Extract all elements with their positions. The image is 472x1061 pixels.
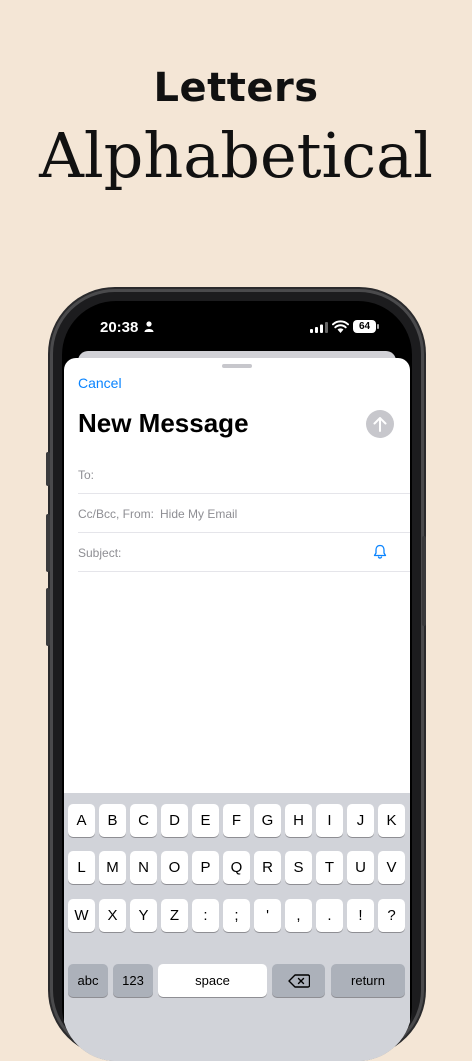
key[interactable]: , (285, 899, 312, 932)
status-bar: 20:38 64 (62, 301, 412, 353)
cancel-button[interactable]: Cancel (78, 375, 122, 391)
key[interactable]: K (378, 804, 405, 837)
promo-headline: Letters (153, 65, 319, 111)
key[interactable]: R (254, 851, 281, 884)
status-time: 20:38 (100, 319, 139, 336)
ccbcc-label: Cc/Bcc, From: (78, 507, 155, 521)
to-field[interactable]: To: (78, 455, 410, 494)
key[interactable]: J (347, 804, 374, 837)
key[interactable]: U (347, 851, 374, 884)
key[interactable]: ; (223, 899, 250, 932)
delete-key[interactable] (272, 964, 325, 997)
keyboard: ABCDEFGHIJK LMNOPQRSTUV W X Y Z:; ',.!? abc … (64, 793, 410, 1061)
key[interactable]: W (68, 899, 95, 932)
numbers-key[interactable]: 123 (113, 964, 153, 997)
key[interactable]: O (161, 851, 188, 884)
person-icon (144, 321, 154, 332)
sheet-grabber[interactable] (222, 364, 252, 368)
key[interactable]: Y (130, 899, 157, 932)
key[interactable]: V (378, 851, 405, 884)
battery-indicator: 64 (353, 320, 376, 333)
key[interactable]: G (254, 804, 281, 837)
key[interactable]: D (161, 804, 188, 837)
promo-subline: Alphabetical (39, 119, 433, 192)
volume-down-button (46, 588, 50, 646)
key[interactable]: Q (223, 851, 250, 884)
abc-key[interactable]: abc (68, 964, 108, 997)
arrow-up-icon (373, 417, 387, 432)
key[interactable]: L (68, 851, 95, 884)
volume-up-button (46, 514, 50, 572)
phone-frame: 20:38 64 Cancel New Message To: Cc/Bcc, … (46, 292, 426, 1061)
key[interactable]: T (316, 851, 343, 884)
cellular-signal-icon (310, 322, 328, 333)
key[interactable]: N (130, 851, 157, 884)
key[interactable]: Z (161, 899, 188, 932)
key[interactable]: P (192, 851, 219, 884)
key[interactable]: C (130, 804, 157, 837)
wifi-icon (332, 320, 349, 333)
return-key[interactable]: return (331, 964, 405, 997)
key[interactable]: A (68, 804, 95, 837)
key[interactable]: ! (347, 899, 374, 932)
action-button (46, 452, 50, 486)
phone-screen: 20:38 64 Cancel New Message To: Cc/Bcc, … (62, 301, 412, 1061)
key[interactable]: ' (254, 899, 281, 932)
send-button[interactable] (366, 410, 394, 438)
subject-field[interactable]: Subject: (78, 533, 410, 572)
space-key[interactable]: space (158, 964, 267, 997)
to-label: To: (78, 468, 95, 482)
compose-title: New Message (78, 408, 249, 438)
key[interactable]: I (316, 804, 343, 837)
power-button (422, 536, 426, 626)
backspace-icon (287, 973, 310, 988)
key[interactable]: ? (378, 899, 405, 932)
key[interactable]: . (316, 899, 343, 932)
battery-tip (377, 324, 379, 329)
key[interactable]: F (223, 804, 250, 837)
key[interactable]: H (285, 804, 312, 837)
from-value[interactable]: Hide My Email (160, 507, 237, 521)
key[interactable]: E (192, 804, 219, 837)
key[interactable]: M (99, 851, 126, 884)
key[interactable]: : (192, 899, 219, 932)
key[interactable]: X (99, 899, 126, 932)
ccbcc-from-field[interactable]: Cc/Bcc, From: Hide My Email (78, 494, 410, 533)
subject-label: Subject: (78, 546, 122, 560)
bell-icon[interactable] (373, 544, 387, 559)
key[interactable]: S (285, 851, 312, 884)
key[interactable]: B (99, 804, 126, 837)
